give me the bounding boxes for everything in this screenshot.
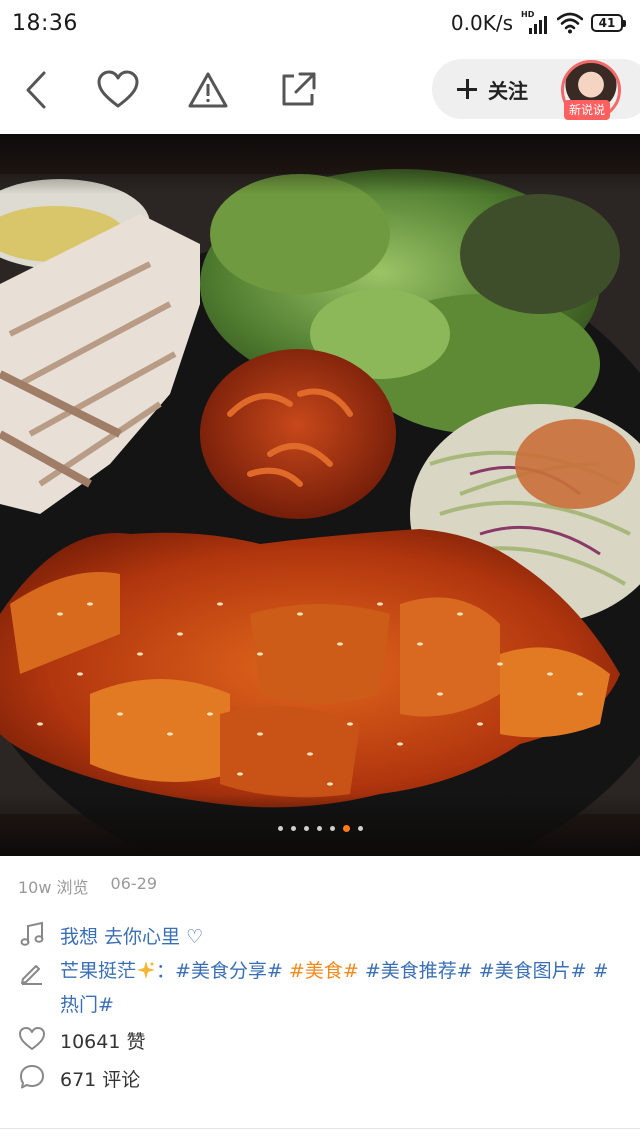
status-time: 18:36 (12, 10, 78, 36)
comments-row[interactable]: 671 评论 (18, 1063, 140, 1097)
share-icon[interactable] (276, 68, 320, 112)
like-heart-icon (19, 1027, 45, 1050)
post-photo[interactable] (0, 134, 640, 856)
comment-bubble-icon (20, 1065, 44, 1089)
pencil-icon (21, 965, 42, 985)
carousel-dot[interactable] (316, 826, 322, 831)
food-image (0, 134, 640, 856)
likes-row[interactable]: 10641 赞 (18, 1025, 145, 1059)
avatar-badge: 新说说 (564, 100, 611, 120)
plus-icon (456, 78, 478, 100)
carousel-dot[interactable] (303, 826, 309, 831)
carousel-dot[interactable] (329, 826, 335, 831)
post-description: 芒果挺茫 ：#美食分享# #美食# #美食推荐# #美食图片# #热门# (60, 960, 609, 1016)
post-meta: 10w 浏览 06-29 (18, 874, 157, 898)
follow-label: 关注 (488, 78, 528, 103)
hashtag[interactable]: #美食分享# (175, 960, 283, 982)
carousel-dot[interactable] (357, 826, 363, 831)
carousel-dot[interactable] (277, 826, 283, 831)
status-bar: 18:36 0.0K/s HD 41 (0, 0, 640, 46)
signal-icon: HD (521, 10, 549, 34)
sparkle-icon (137, 961, 156, 979)
back-icon[interactable] (14, 68, 58, 112)
network-speed: 0.0K/s (450, 11, 513, 35)
music-row[interactable]: 我想 去你心里 ♡ (18, 920, 203, 954)
music-title: 我想 去你心里 ♡ (60, 926, 204, 948)
post-date: 06-29 (110, 874, 158, 893)
description-row: 芒果挺茫 ：#美食分享# #美食# #美食推荐# #美食图片# #热门# (18, 954, 628, 1022)
author-name[interactable]: 芒果挺茫 (60, 960, 136, 982)
hashtag[interactable]: #美食推荐# (365, 960, 473, 982)
carousel-dots (0, 825, 640, 832)
hashtag[interactable]: #美食图片# (479, 960, 587, 982)
status-indicators: 0.0K/s HD 41 (450, 10, 626, 35)
carousel-dot[interactable] (290, 826, 296, 831)
follow-button[interactable]: 关注 (456, 70, 528, 108)
music-note-icon (20, 921, 44, 946)
heart-icon[interactable] (96, 68, 140, 112)
hashtag[interactable]: #美食# (289, 960, 359, 982)
wifi-icon (557, 12, 583, 34)
like-count: 10641 赞 (60, 1031, 146, 1053)
warning-icon[interactable] (186, 68, 230, 112)
battery-icon: 41 (591, 14, 626, 32)
carousel-dot[interactable] (342, 825, 350, 832)
view-count: 10w 浏览 (18, 878, 89, 897)
divider (0, 1128, 640, 1129)
battery-level: 41 (591, 14, 623, 32)
comment-count: 671 评论 (60, 1069, 141, 1091)
